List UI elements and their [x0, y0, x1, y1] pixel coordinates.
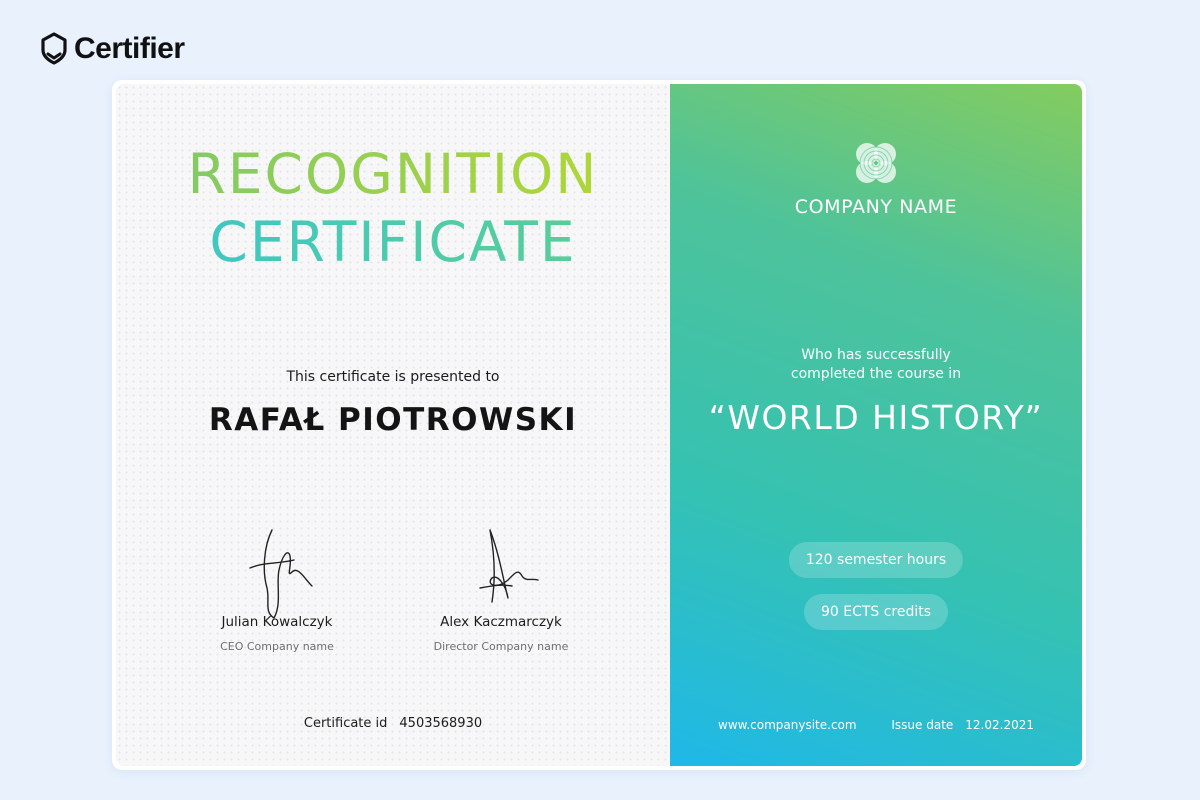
certificate-left-panel: RECOGNITION CERTIFICATE This certificate… [116, 84, 670, 766]
certificate-id-value: 4503568930 [399, 716, 483, 731]
course-name: “WORLD HISTORY” [708, 398, 1044, 437]
signature-director-image [479, 529, 539, 603]
certificate-title-line2: CERTIFICATE [116, 210, 670, 274]
signatory-role: Director Company name [433, 640, 569, 653]
signature-block-director: Alex Kaczmarczyk Director Company name [406, 526, 596, 653]
signatory-name: Julian Kowalczyk [221, 614, 333, 630]
signature-ceo-image [249, 529, 313, 619]
brand-name: Certifier [74, 32, 185, 65]
badge-semester-hours: 120 semester hours [788, 542, 964, 578]
certificate-right-panel: COMPANY NAME Who has successfully comple… [670, 84, 1082, 766]
recipient-name: RAFAŁ PIOTROWSKI [208, 402, 578, 438]
company-logo [670, 140, 1082, 190]
completion-text: Who has successfully completed the cours… [670, 346, 1082, 384]
certificate-card: RECOGNITION CERTIFICATE This certificate… [112, 80, 1086, 770]
company-name: COMPANY NAME [794, 196, 958, 218]
signatory-name: Alex Kaczmarczyk [440, 614, 562, 630]
issue-date-label: Issue date [891, 718, 954, 732]
certificate-id: Certificate id 4503568930 [116, 716, 670, 731]
certificate-footer: www.companysite.com Issue date 12.02.2021 [718, 718, 1034, 732]
signatory-role: CEO Company name [220, 640, 334, 653]
issue-date: Issue date 12.02.2021 [891, 718, 1034, 732]
issue-date-value: 12.02.2021 [965, 718, 1034, 732]
clover-fingerprint-icon [856, 143, 896, 183]
company-website: www.companysite.com [718, 718, 857, 732]
certificate-title-line1: RECOGNITION [116, 142, 670, 206]
completion-text-line1: Who has successfully [801, 347, 951, 363]
presented-text: This certificate is presented to [286, 369, 500, 385]
certifier-shield-icon [41, 32, 67, 65]
certificate-id-label: Certificate id [303, 716, 388, 731]
badge-ects-credits: 90 ECTS credits [803, 594, 949, 630]
completion-text-line2: completed the course in [790, 366, 962, 382]
signature-block-ceo: Julian Kowalczyk CEO Company name [182, 526, 372, 653]
brand-logo: Certifier [40, 32, 185, 66]
